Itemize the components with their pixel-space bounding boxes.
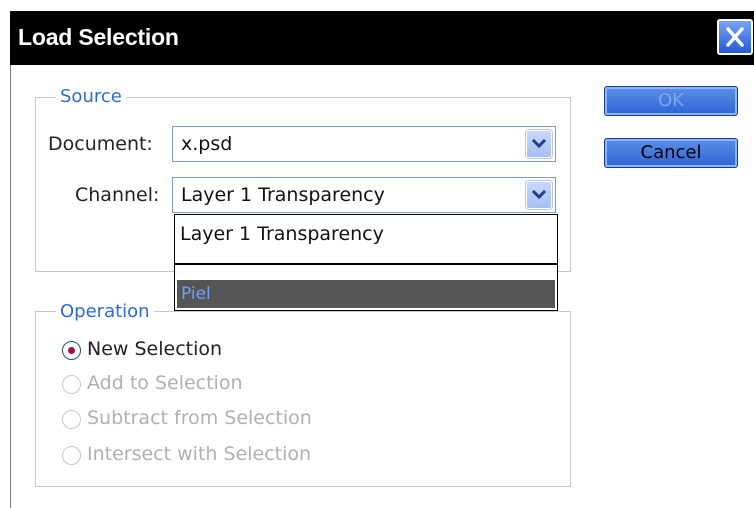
title-bar[interactable]: Load Selection	[10, 11, 754, 65]
channel-dropdown-list: Layer 1 Transparency Piel	[174, 214, 558, 311]
cancel-button[interactable]: Cancel	[604, 138, 738, 168]
chevron-down-icon	[531, 138, 547, 149]
chevron-down-icon	[531, 189, 547, 200]
document-dropdown-button[interactable]	[526, 130, 552, 158]
ok-button[interactable]: OK	[604, 86, 738, 116]
list-divider	[175, 263, 557, 265]
source-legend: Source	[56, 86, 126, 108]
close-button[interactable]	[717, 19, 753, 55]
radio-label: New Selection	[87, 338, 223, 360]
channel-option-highlighted[interactable]: Piel	[177, 280, 555, 308]
document-select[interactable]: x.psd	[172, 126, 556, 162]
radio-label: Add to Selection	[87, 372, 243, 394]
document-label: Document:	[48, 133, 153, 155]
channel-value: Layer 1 Transparency	[181, 184, 385, 206]
radio-button[interactable]	[62, 410, 81, 429]
radio-button-checked[interactable]	[62, 341, 81, 360]
close-icon	[726, 27, 744, 47]
operation-legend: Operation	[56, 301, 154, 323]
channel-label: Channel:	[75, 184, 160, 206]
channel-select[interactable]: Layer 1 Transparency	[172, 177, 556, 213]
channel-dropdown-button[interactable]	[526, 181, 552, 209]
load-selection-dialog: Load Selection Source Document: x.psd Ch…	[0, 0, 754, 508]
document-value: x.psd	[181, 133, 233, 155]
radio-label: Subtract from Selection	[87, 407, 312, 429]
radio-dot	[68, 347, 75, 354]
radio-button[interactable]	[62, 446, 81, 465]
window-title: Load Selection	[18, 24, 179, 50]
cancel-label: Cancel	[640, 142, 702, 163]
ok-label: OK	[658, 90, 684, 111]
radio-button[interactable]	[62, 375, 81, 394]
radio-label: Intersect with Selection	[87, 443, 312, 465]
channel-option[interactable]: Layer 1 Transparency	[175, 223, 557, 245]
